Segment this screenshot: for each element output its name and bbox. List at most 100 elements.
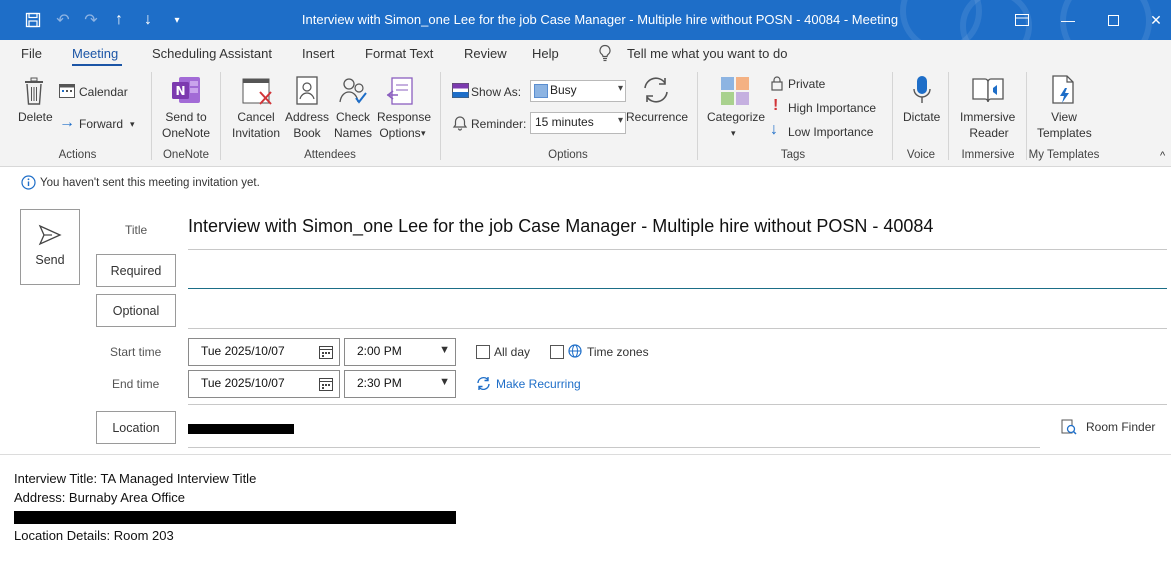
immersive-reader-icon[interactable] bbox=[971, 75, 1005, 110]
maximize-icon[interactable] bbox=[1101, 8, 1125, 32]
response-options-button[interactable]: Response bbox=[376, 109, 432, 125]
calendar-icon[interactable] bbox=[59, 83, 75, 103]
cancel-invitation-icon[interactable] bbox=[242, 76, 274, 111]
cancel-invitation-button[interactable]: Cancel bbox=[228, 109, 284, 125]
time-separator bbox=[188, 404, 1167, 405]
lightbulb-icon bbox=[598, 44, 612, 67]
show-as-dropdown[interactable]: Busy ▾ bbox=[530, 80, 626, 102]
calendar-button[interactable]: Calendar bbox=[79, 84, 128, 100]
forward-button[interactable]: Forward bbox=[79, 116, 123, 132]
end-time-field[interactable]: 2:30 PM ▼ bbox=[344, 370, 456, 398]
view-templates-button[interactable]: View bbox=[1037, 109, 1091, 125]
make-recurring-link[interactable]: Make Recurring bbox=[496, 376, 581, 392]
tab-meeting[interactable]: Meeting bbox=[72, 46, 118, 61]
body-line-location-details[interactable]: Location Details: Room 203 bbox=[14, 528, 174, 543]
tab-review[interactable]: Review bbox=[464, 46, 507, 61]
group-separator bbox=[948, 72, 949, 160]
send-to-onenote-button[interactable]: Send to bbox=[162, 109, 210, 125]
low-importance-icon[interactable]: ↓ bbox=[770, 122, 778, 138]
recurrence-icon[interactable] bbox=[476, 376, 491, 396]
reminder-dropdown[interactable]: 15 minutes ▾ bbox=[530, 112, 626, 134]
redo-icon[interactable]: ↷ bbox=[80, 9, 102, 31]
calendar-icon[interactable] bbox=[319, 345, 333, 359]
close-icon[interactable]: ✕ bbox=[1144, 8, 1168, 32]
onenote-icon[interactable]: N bbox=[170, 75, 202, 110]
tab-scheduling-assistant[interactable]: Scheduling Assistant bbox=[152, 46, 272, 61]
check-names-label: Names bbox=[333, 126, 372, 140]
group-separator bbox=[151, 72, 152, 160]
reminder-label: Reminder: bbox=[471, 117, 527, 131]
group-label-tags: Tags bbox=[780, 149, 806, 161]
tab-file[interactable]: File bbox=[21, 46, 42, 61]
all-day-label: All day bbox=[494, 345, 531, 359]
high-importance-icon[interactable]: ! bbox=[773, 98, 778, 114]
recurrence-icon[interactable] bbox=[640, 75, 672, 110]
delete-button[interactable]: Delete bbox=[18, 109, 53, 125]
optional-button[interactable]: Optional bbox=[96, 294, 176, 327]
ribbon-display-icon[interactable] bbox=[1010, 8, 1034, 32]
start-time-field[interactable]: 2:00 PM ▼ bbox=[344, 338, 456, 366]
lock-icon[interactable] bbox=[770, 75, 784, 96]
tell-me-search[interactable]: Tell me what you want to do bbox=[627, 46, 787, 61]
address-book-icon[interactable] bbox=[295, 76, 319, 111]
chevron-down-icon[interactable]: ▼ bbox=[439, 376, 450, 388]
recurrence-button[interactable]: Recurrence bbox=[626, 109, 688, 125]
response-options-label: Options bbox=[379, 126, 421, 140]
start-date-value: Tue 2025/10/07 bbox=[201, 344, 285, 358]
down-arrow-icon[interactable]: ↓ bbox=[137, 9, 159, 31]
required-attendees-input[interactable] bbox=[188, 254, 1167, 288]
chevron-down-icon[interactable]: ▾ bbox=[618, 83, 623, 94]
save-icon[interactable] bbox=[22, 9, 44, 31]
high-importance-button[interactable]: High Importance bbox=[788, 100, 876, 116]
collapse-ribbon-icon[interactable]: ^ bbox=[1160, 148, 1165, 164]
chevron-down-icon[interactable]: ▾ bbox=[421, 125, 426, 141]
location-input[interactable] bbox=[188, 411, 1038, 447]
address-book-button[interactable]: Address bbox=[284, 109, 330, 125]
response-options-icon[interactable] bbox=[386, 76, 416, 111]
required-button[interactable]: Required bbox=[96, 254, 176, 287]
body-line-interview-title[interactable]: Interview Title: TA Managed Interview Ti… bbox=[14, 471, 256, 486]
categorize-icon[interactable] bbox=[720, 76, 750, 111]
trash-icon[interactable] bbox=[22, 76, 46, 111]
check-names-button[interactable]: Check bbox=[330, 109, 376, 125]
room-finder-button[interactable]: Room Finder bbox=[1086, 419, 1155, 435]
chevron-down-icon[interactable]: ▼ bbox=[439, 344, 450, 356]
low-importance-button[interactable]: Low Importance bbox=[788, 124, 873, 140]
ribbon: Delete Calendar → Forward ▾ Actions N Se… bbox=[0, 68, 1171, 167]
location-button[interactable]: Location bbox=[96, 411, 176, 444]
view-templates-icon[interactable] bbox=[1051, 75, 1077, 110]
group-separator bbox=[220, 72, 221, 160]
send-button[interactable]: Send bbox=[20, 209, 80, 285]
window-title: Interview with Simon_one Lee for the job… bbox=[301, 12, 899, 27]
room-finder-icon[interactable] bbox=[1061, 419, 1077, 440]
check-names-icon[interactable] bbox=[338, 76, 370, 111]
dictate-button[interactable]: Dictate bbox=[903, 109, 940, 125]
view-templates-label: Templates bbox=[1037, 126, 1092, 140]
tab-help[interactable]: Help bbox=[532, 46, 559, 61]
all-day-checkbox[interactable] bbox=[476, 345, 490, 359]
private-button[interactable]: Private bbox=[788, 76, 825, 92]
group-label-options: Options bbox=[548, 149, 588, 161]
chevron-down-icon[interactable]: ▾ bbox=[618, 115, 623, 126]
optional-attendees-input[interactable] bbox=[188, 294, 1167, 328]
tab-insert[interactable]: Insert bbox=[302, 46, 335, 61]
chevron-down-icon[interactable]: ▾ bbox=[130, 116, 135, 132]
immersive-reader-button[interactable]: Immersive bbox=[960, 109, 1015, 125]
time-zones-checkbox[interactable] bbox=[550, 345, 564, 359]
undo-icon[interactable]: ↶ bbox=[52, 9, 74, 31]
minimize-icon[interactable]: — bbox=[1056, 8, 1080, 32]
customize-icon[interactable]: ▾ bbox=[166, 9, 188, 31]
up-arrow-icon[interactable]: ↑ bbox=[108, 9, 130, 31]
end-time-value: 2:30 PM bbox=[357, 376, 402, 390]
microphone-icon[interactable] bbox=[912, 75, 932, 110]
calendar-icon[interactable] bbox=[319, 377, 333, 391]
title-input[interactable]: Interview with Simon_one Lee for the job… bbox=[188, 216, 933, 237]
tab-format-text[interactable]: Format Text bbox=[365, 46, 433, 61]
start-date-field[interactable]: Tue 2025/10/07 bbox=[188, 338, 340, 366]
chevron-down-icon[interactable]: ▾ bbox=[731, 125, 736, 141]
body-line-address[interactable]: Address: Burnaby Area Office bbox=[14, 490, 185, 505]
time-zones-label: Time zones bbox=[587, 345, 649, 359]
forward-icon[interactable]: → bbox=[59, 115, 75, 131]
categorize-button[interactable]: Categorize bbox=[707, 109, 765, 125]
end-date-field[interactable]: Tue 2025/10/07 bbox=[188, 370, 340, 398]
